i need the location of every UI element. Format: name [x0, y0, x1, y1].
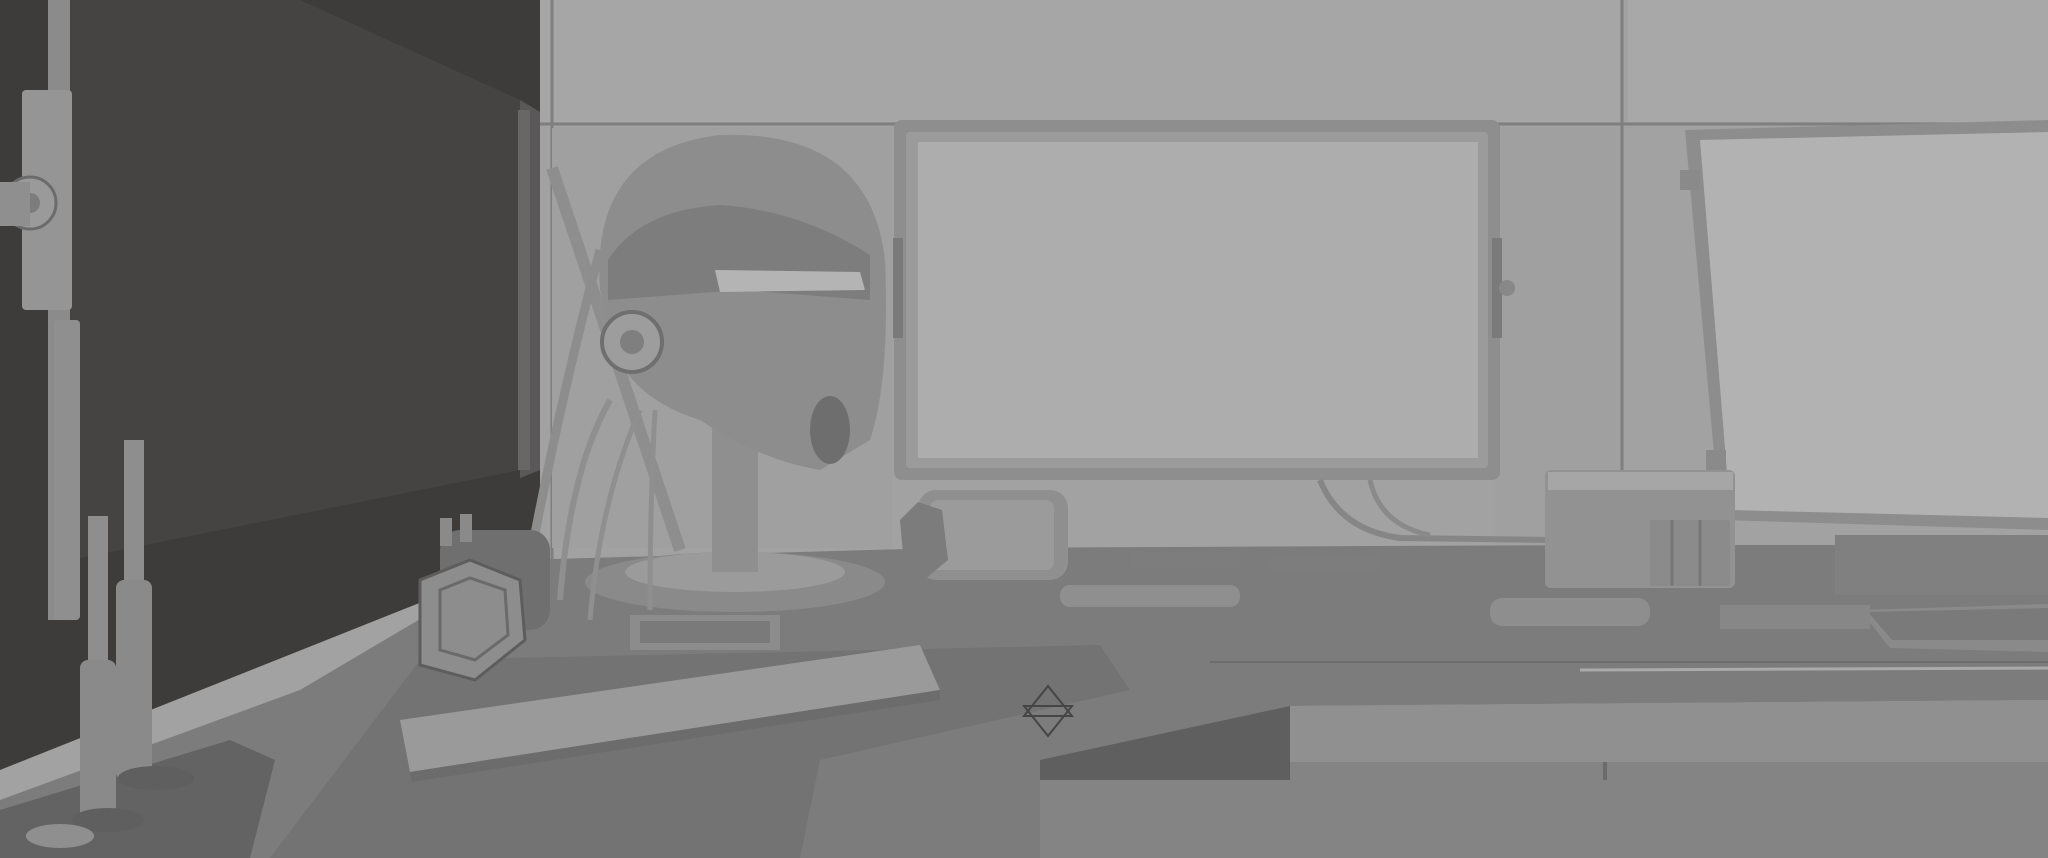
drawer-cabinet: [1040, 780, 2048, 858]
right-monitor: [1680, 120, 2048, 530]
circuit-boards: [630, 615, 780, 650]
scifi-workbench-render: [0, 0, 2048, 858]
power-box: [1545, 470, 1735, 588]
cylinder-canister: [900, 490, 1068, 580]
center-monitor: [893, 120, 1551, 543]
